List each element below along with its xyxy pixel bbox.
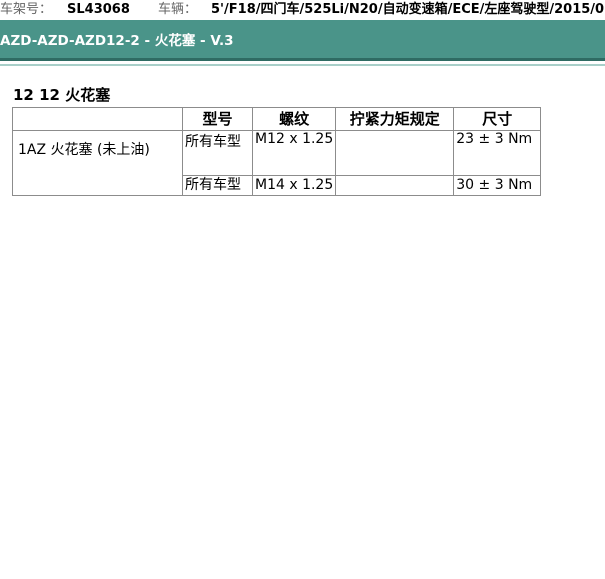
document-title: AZD-AZD-AZD12-2 - 火花塞 - V.3 [0, 33, 234, 49]
table-row: 1AZ 火花塞 (未上油) 所有车型 M12 x 1.25 23 ± 3 Nm [12, 130, 542, 196]
header-torque: 拧紧力矩规定 [335, 107, 455, 131]
header-model: 型号 [182, 107, 253, 131]
cell-thread: M14 x 1.25 [251, 175, 337, 196]
cell-torque [335, 130, 455, 176]
cell-torque [335, 175, 455, 196]
cell-size: 23 ± 3 Nm [453, 130, 542, 176]
table-header-row: 型号 螺纹 拧紧力矩规定 尺寸 [12, 107, 542, 131]
chassis-value: SL43068 [67, 2, 130, 17]
cell-model: 所有车型 [182, 175, 253, 196]
component-name: 1AZ 火花塞 (未上油) [12, 130, 183, 196]
document-title-bar: AZD-AZD-AZD12-2 - 火花塞 - V.3 [0, 20, 605, 61]
cell-thread: M12 x 1.25 [251, 130, 337, 176]
header-thread: 螺纹 [251, 107, 337, 131]
cell-size: 30 ± 3 Nm [453, 175, 542, 196]
cell-model: 所有车型 [182, 130, 253, 176]
header-size: 尺寸 [453, 107, 542, 131]
title-divider [0, 64, 605, 66]
top-info-bar: 车架号： SL43068 车辆： 5'/F18/四门车/525Li/N20/自动… [0, 0, 605, 20]
header-empty [12, 107, 183, 131]
vehicle-label: 车辆： [158, 2, 198, 17]
vehicle-value: 5'/F18/四门车/525Li/N20/自动变速箱/ECE/左座驾驶型/201… [211, 2, 605, 17]
spec-table: 型号 螺纹 拧紧力矩规定 尺寸 1AZ 火花塞 (未上油) 所有车型 M12 x… [12, 107, 542, 196]
chassis-label: 车架号： [0, 2, 53, 17]
section-title: 12 12 火花塞 [13, 86, 111, 104]
